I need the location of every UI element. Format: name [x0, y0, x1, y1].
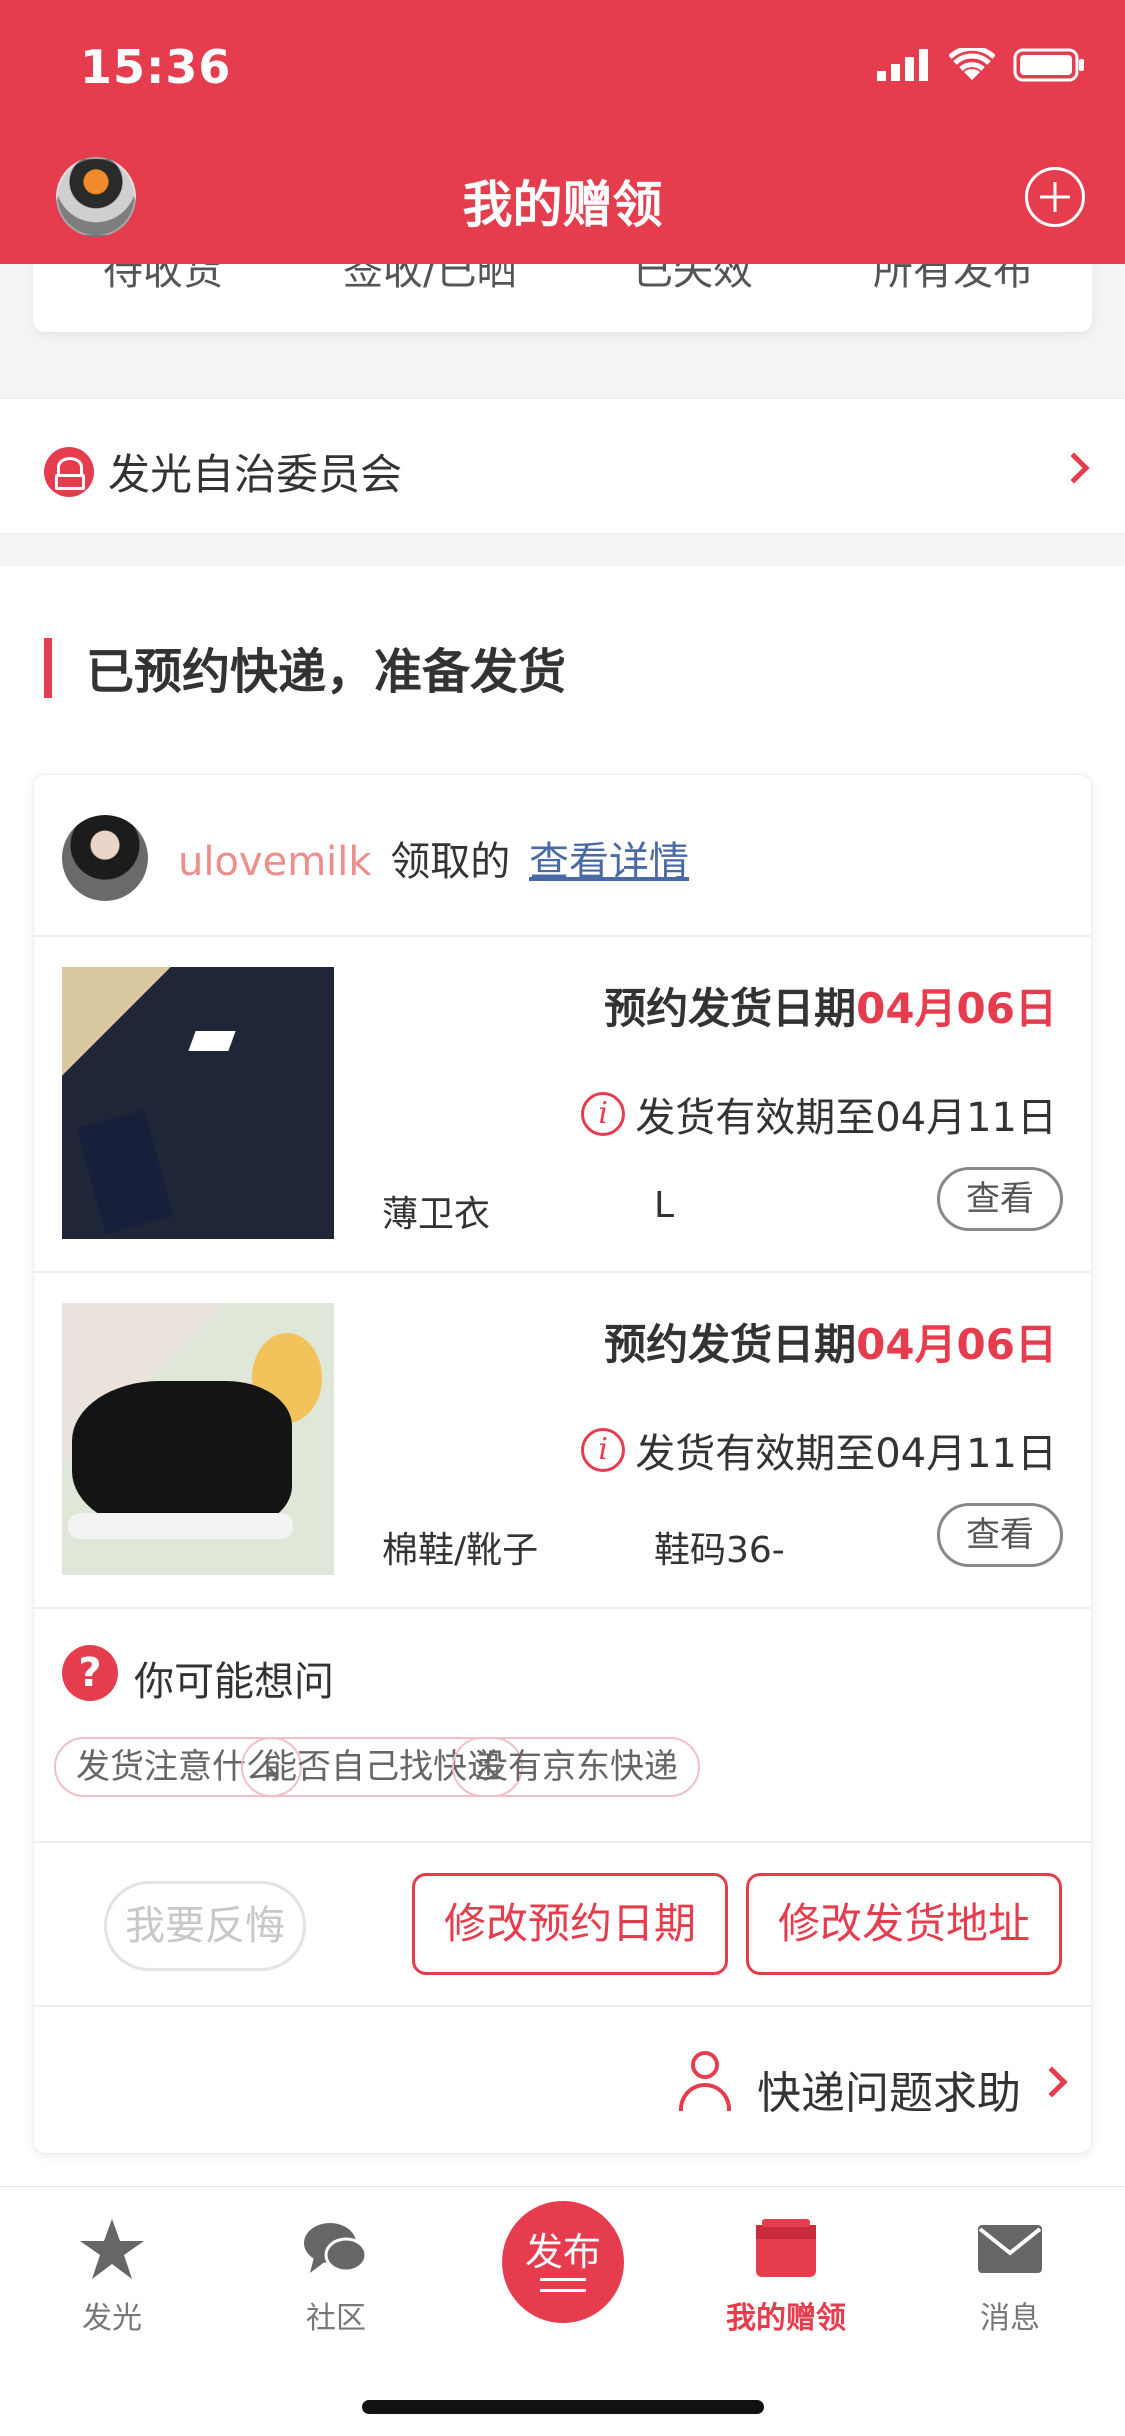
publish-button[interactable]: 发布 — [502, 2201, 624, 2323]
org-name: 发光自治委员会 — [108, 450, 403, 499]
item-size: 鞋码36- — [654, 1530, 785, 1571]
tab-community[interactable]: 社区 — [256, 2217, 416, 2337]
tab-label: 我的赠领 — [726, 2301, 846, 2336]
modify-address-button[interactable]: 修改发货地址 — [746, 1873, 1062, 1975]
tab-label: 社区 — [306, 2301, 366, 2336]
chevron-right-icon — [1036, 2066, 1068, 2098]
ship-date-label: 预约发货日期 — [604, 1320, 857, 1369]
validity-text: 发货有效期至04月11日 — [635, 1095, 1057, 1141]
app-header: 15:36 我的赠领 — [0, 0, 1125, 264]
card-header: ulovemilk 领取的 查看详情 — [34, 775, 1091, 937]
ship-date-value: 04月06日 — [856, 1320, 1057, 1369]
tab-label: 消息 — [980, 2301, 1040, 2336]
section-accent-bar — [44, 638, 52, 698]
info-icon[interactable]: i — [581, 1428, 626, 1472]
received-label: 领取的 — [390, 839, 511, 885]
validity-text: 发货有效期至04月11日 — [635, 1431, 1057, 1477]
chat-bubbles-icon — [304, 2223, 368, 2273]
validity-row: i 发货有效期至04月11日 — [581, 1085, 1057, 1143]
faq-title: 你可能想问 — [134, 1659, 334, 1705]
publish-label: 发布 — [524, 2230, 601, 2274]
section-title: 已预约快递，准备发货 — [86, 644, 567, 700]
tab-my-gifts[interactable]: 我的赠领 — [706, 2217, 866, 2337]
ship-date-value: 04月06日 — [856, 984, 1057, 1033]
faq-chip[interactable]: 没有京东快递 — [452, 1737, 700, 1797]
shipping-section: 已预约快递，准备发货 ulovemilk 领取的 查看详情 预约发货日期04月0… — [0, 566, 1125, 2186]
validity-row: i 发货有效期至04月11日 — [581, 1421, 1057, 1479]
chevron-right-icon — [1058, 452, 1090, 484]
signal-icon — [877, 49, 928, 81]
nav-bar: 我的赠领 — [0, 145, 1125, 255]
question-icon: ? — [62, 1645, 118, 1701]
order-item: 预约发货日期04月06日 i 发货有效期至04月11日 棉鞋/靴子 鞋码36- … — [34, 1273, 1091, 1609]
help-label: 快递问题求助 — [757, 2068, 1021, 2119]
gift-box-icon — [756, 2219, 816, 2277]
item-photo-sweatshirt[interactable] — [62, 967, 334, 1239]
regret-button[interactable]: 我要反悔 — [104, 1881, 306, 1971]
add-button[interactable] — [1025, 167, 1085, 227]
user-avatar[interactable] — [62, 815, 148, 901]
modify-date-button[interactable]: 修改预约日期 — [412, 1873, 728, 1975]
card-header-text: ulovemilk 领取的 查看详情 — [178, 829, 689, 887]
status-icons — [877, 48, 1085, 82]
sleeve-shape — [76, 1109, 174, 1235]
item-photo-shoes[interactable] — [62, 1303, 334, 1575]
ship-date-label: 预约发货日期 — [604, 984, 857, 1033]
faq-section: ? 你可能想问 发货注意什么 能否自己找快递 没有京东快递 — [34, 1609, 1091, 1843]
ship-date: 预约发货日期04月06日 — [604, 1311, 1057, 1372]
status-bar: 15:36 — [0, 0, 1125, 135]
tab-shine[interactable]: 发光 — [32, 2217, 192, 2337]
order-card: ulovemilk 领取的 查看详情 预约发货日期04月06日 i 发货有效期至… — [33, 774, 1092, 2154]
wifi-icon — [949, 48, 995, 80]
tab-messages[interactable]: 消息 — [930, 2217, 1090, 2337]
view-details-link[interactable]: 查看详情 — [529, 839, 689, 885]
item-name: 棉鞋/靴子 — [382, 1530, 539, 1571]
battery-icon — [1013, 48, 1084, 82]
ship-date: 预约发货日期04月06日 — [604, 975, 1057, 1036]
shoe-shape — [72, 1381, 292, 1531]
page-title: 我的赠领 — [462, 176, 663, 234]
order-item: 预约发货日期04月06日 i 发货有效期至04月11日 薄卫衣 L 查看 — [34, 937, 1091, 1273]
publish-icon — [540, 2278, 586, 2292]
item-size: L — [654, 1185, 675, 1226]
bottom-tab-bar: 发光 社区 发布 我的赠领 消息 — [0, 2186, 1125, 2436]
sole-shape — [68, 1513, 293, 1539]
status-time: 15:36 — [80, 40, 232, 94]
tab-label: 发光 — [82, 2301, 142, 2336]
username[interactable]: ulovemilk — [178, 839, 372, 885]
view-button[interactable]: 查看 — [937, 1503, 1063, 1567]
person-icon — [679, 2051, 731, 2111]
home-indicator[interactable] — [362, 2400, 764, 2414]
view-button[interactable]: 查看 — [937, 1167, 1063, 1231]
courier-help-row[interactable]: 快递问题求助 — [34, 2007, 1091, 2155]
item-name: 薄卫衣 — [382, 1194, 491, 1235]
action-row: 我要反悔 修改预约日期 修改发货地址 — [34, 1843, 1091, 2007]
org-row[interactable]: 发光自治委员会 — [0, 398, 1125, 534]
mail-icon — [978, 2225, 1042, 2273]
committee-icon — [44, 447, 94, 497]
logo-shape — [188, 1031, 236, 1051]
info-icon[interactable]: i — [581, 1092, 626, 1136]
star-icon — [80, 2219, 144, 2279]
